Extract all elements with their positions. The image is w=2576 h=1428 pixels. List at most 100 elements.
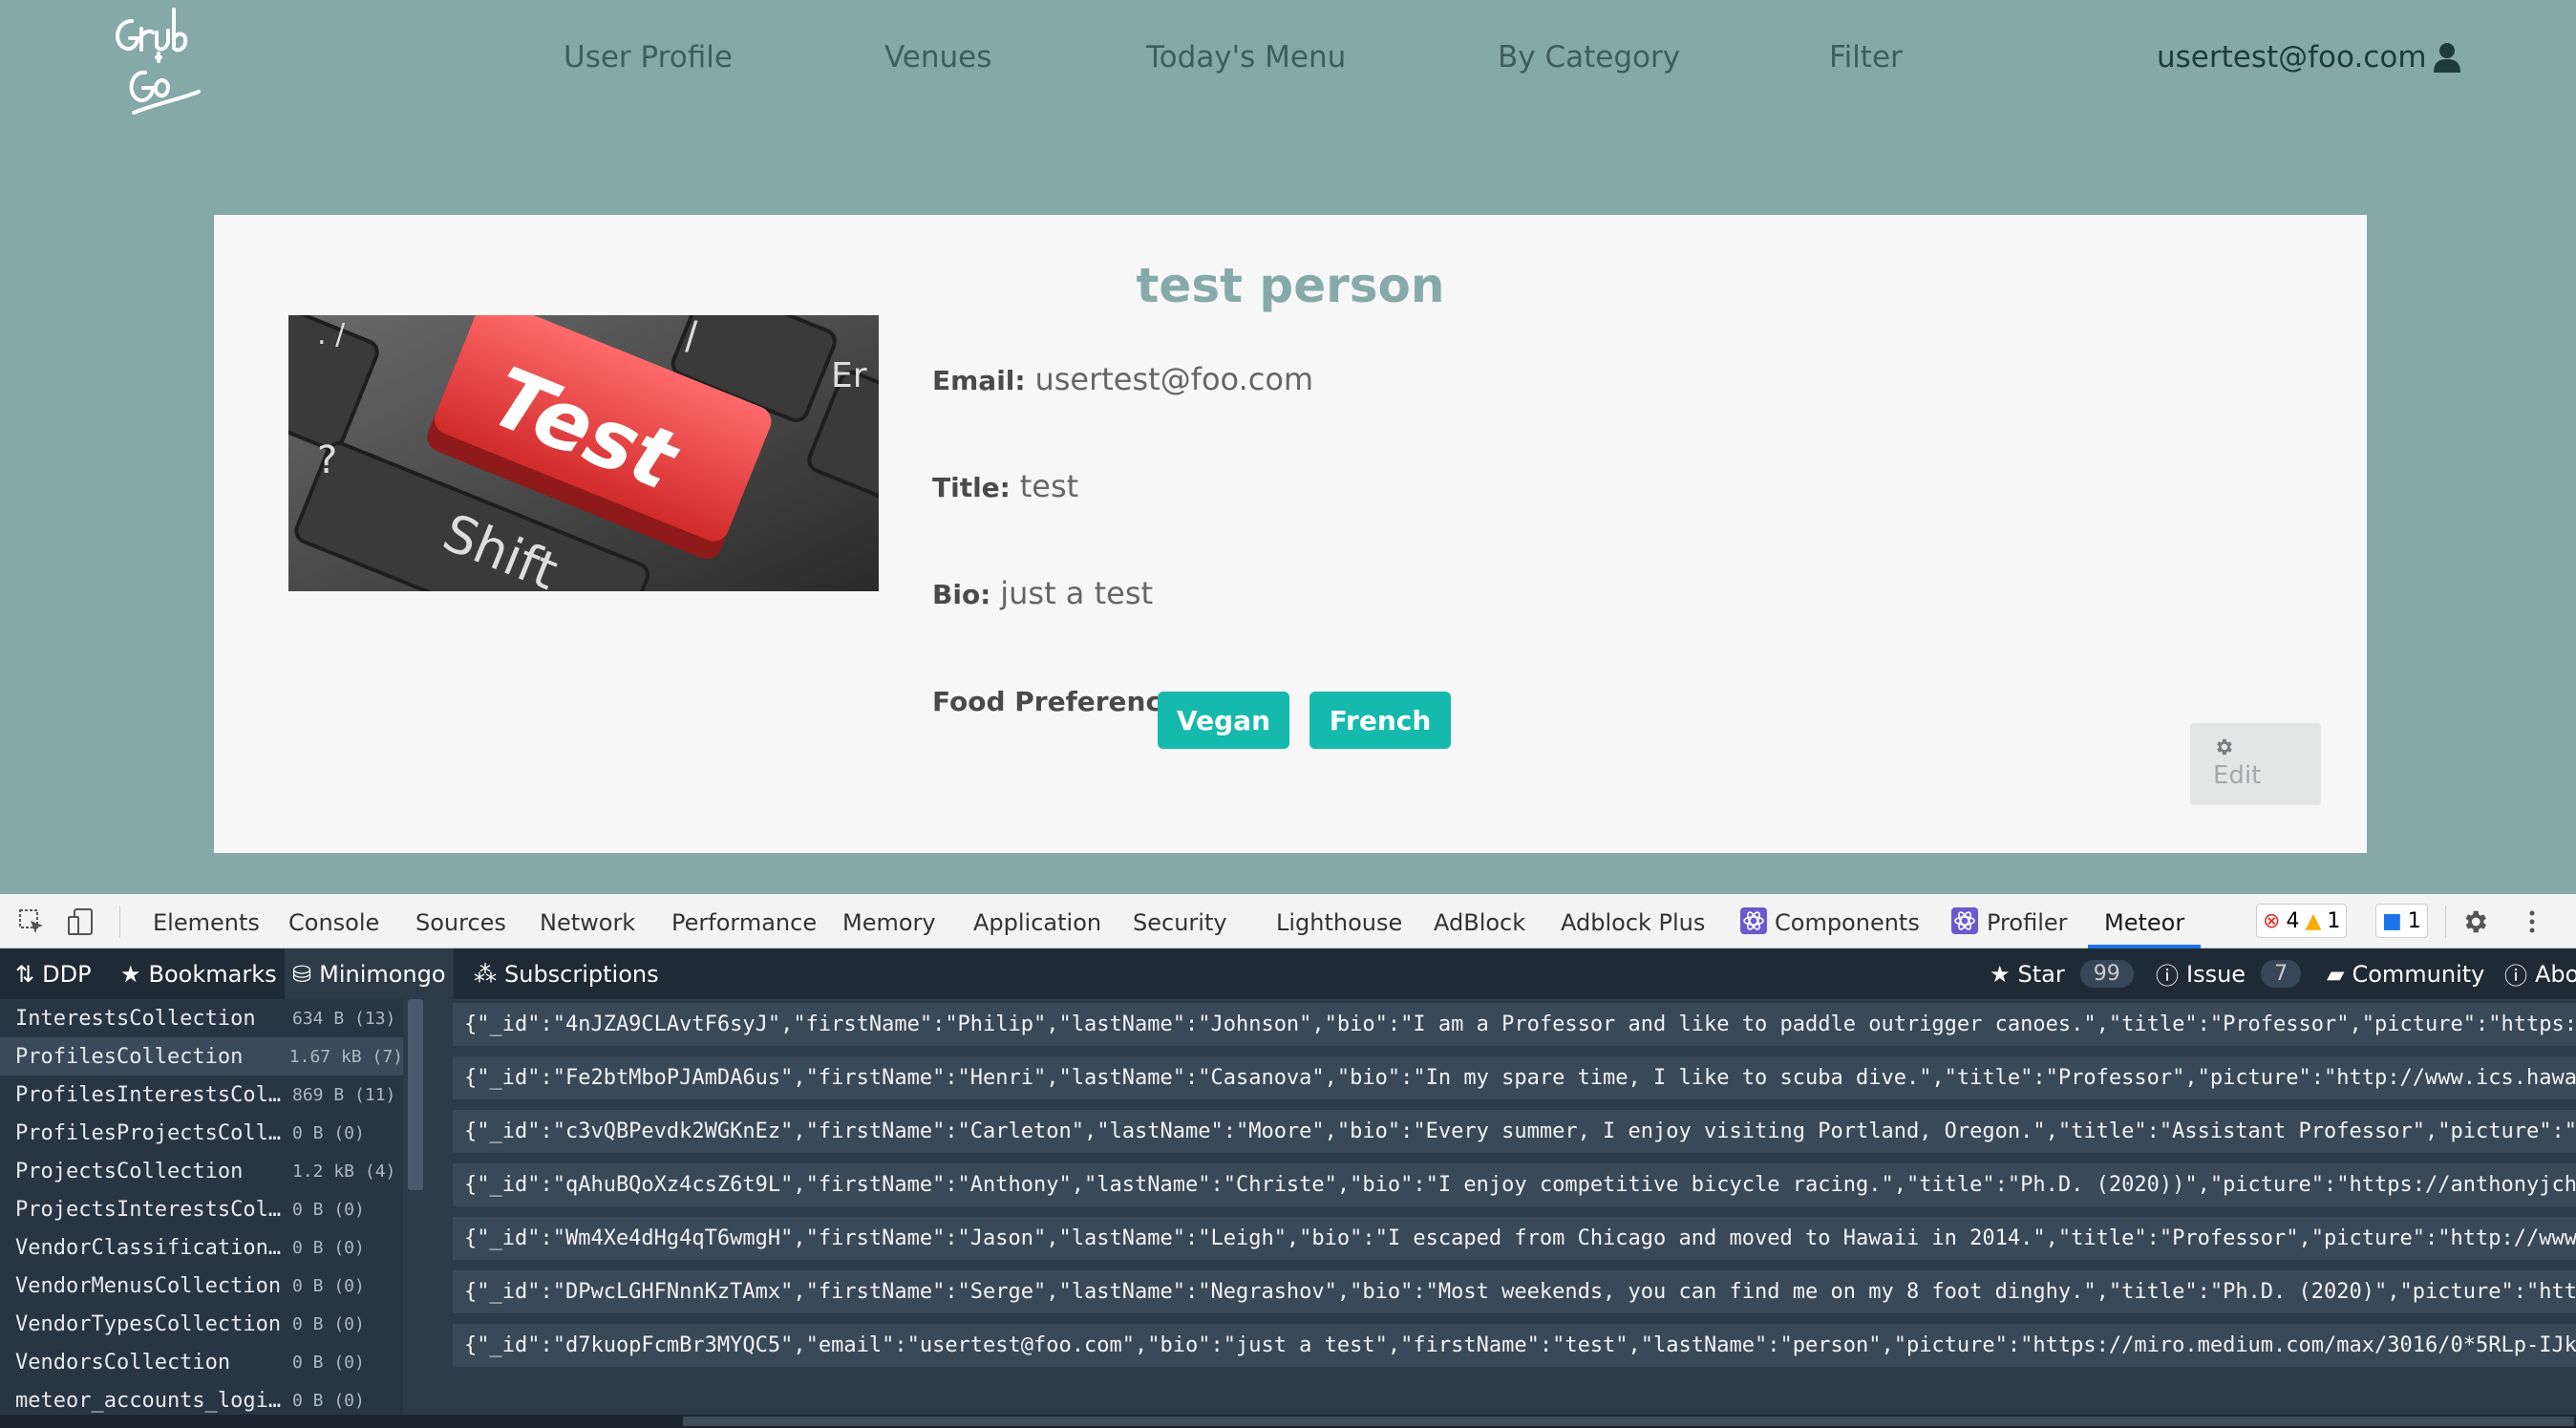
document-row[interactable]: {"_id":"DPwcLGHFNnnKzTAmx","firstName":"… xyxy=(453,1270,2576,1313)
title-field: Title: test xyxy=(932,468,1078,504)
documents-list: {"_id":"4nJZA9CLAvtF6syJ","firstName":"P… xyxy=(453,999,2576,1428)
scrollbar-thumb[interactable] xyxy=(683,1417,2574,1426)
tab-lighthouse[interactable]: Lighthouse xyxy=(1276,909,1402,936)
tab-components[interactable]: Components xyxy=(1775,909,1920,936)
document-row[interactable]: {"_id":"Fe2btMboPJAmDA6us","firstName":"… xyxy=(453,1056,2576,1099)
database-icon: ⛁ xyxy=(292,960,312,988)
collection-name: InterestsCollection xyxy=(15,1006,256,1031)
tab-adblock[interactable]: AdBlock xyxy=(1434,909,1525,936)
food-tag-french[interactable]: French xyxy=(1309,692,1451,749)
info-icon: ⓘ xyxy=(2504,963,2527,990)
nav-user-profile[interactable]: User Profile xyxy=(564,40,733,75)
email-label: Email: xyxy=(932,365,1026,396)
profile-name: test person xyxy=(1136,258,1445,313)
document-row[interactable]: {"_id":"4nJZA9CLAvtF6syJ","firstName":"P… xyxy=(453,1003,2576,1046)
star-label: Star xyxy=(2017,960,2065,988)
document-row[interactable]: {"_id":"Wm4Xe4dHg4qT6wmgH","firstName":"… xyxy=(453,1217,2576,1260)
svg-text:/: / xyxy=(685,315,698,358)
document-row[interactable]: {"_id":"c3vQBPevdk2WGKnEz","firstName":"… xyxy=(453,1110,2576,1153)
devtools-tab-bar: Elements Console Sources Network Perform… xyxy=(0,894,2576,948)
collection-item[interactable]: ProjectsInterestsCollect...0 B (0) xyxy=(0,1190,403,1228)
collection-item[interactable]: InterestsCollection 634 B (13) xyxy=(0,999,403,1037)
community-link[interactable]: ▰ Community xyxy=(2319,948,2492,999)
inspect-element-icon[interactable] xyxy=(17,907,46,936)
collection-item[interactable]: VendorsCollection 0 B (0) xyxy=(0,1343,403,1381)
github-issue-link[interactable]: ⓘ Issue 7 xyxy=(2148,948,2309,999)
document-row[interactable]: {"_id":"d7kuopFcmBr3MYQC5","email":"user… xyxy=(453,1324,2576,1367)
collection-name: VendorMenusCollection xyxy=(15,1273,282,1298)
issue-label: Issue xyxy=(2186,960,2246,988)
svg-text:Er: Er xyxy=(831,356,867,395)
document-row[interactable]: {"_id":"qAhuBQoXz4csZ6t9L","firstName":"… xyxy=(453,1163,2576,1206)
collection-name: ProfilesProjectsCollection xyxy=(15,1120,292,1145)
device-toolbar-icon[interactable] xyxy=(67,907,96,936)
title-label: Title: xyxy=(932,472,1011,503)
tab-meteor[interactable]: Meteor xyxy=(2104,909,2184,936)
user-menu[interactable]: usertest@foo.com xyxy=(2157,40,2461,75)
tab-network[interactable]: Network xyxy=(540,909,635,936)
edit-button[interactable]: Edit xyxy=(2190,723,2321,805)
collection-name: ProfilesInterestsColle... xyxy=(15,1082,292,1107)
email-value: usertest@foo.com xyxy=(1034,361,1314,397)
horizontal-scrollbar[interactable] xyxy=(0,1415,2576,1428)
collection-item[interactable]: VendorClassificationsCol...0 B (0) xyxy=(0,1228,403,1267)
react-profiler-icon xyxy=(1951,907,1978,934)
collection-size: 0 B (0) xyxy=(292,1199,365,1220)
collection-size: 1.2 kB (4) xyxy=(292,1161,396,1182)
collection-item[interactable]: ProjectsCollection 1.2 kB (4) xyxy=(0,1152,403,1190)
collection-item[interactable]: ProfilesCollection 1.67 kB (7) xyxy=(0,1037,403,1076)
collection-size: 0 B (0) xyxy=(292,1352,365,1373)
tab-application[interactable]: Application xyxy=(973,909,1101,936)
collection-size: 634 B (13) xyxy=(292,1008,396,1029)
collection-name: VendorClassificationsCol... xyxy=(15,1235,292,1260)
collection-size: 0 B (0) xyxy=(292,1122,365,1143)
issue-icon: ⓘ xyxy=(2156,963,2179,990)
collection-size: 1.67 kB (7) xyxy=(288,1046,403,1067)
collection-item[interactable]: VendorTypesCollection 0 B (0) xyxy=(0,1305,403,1343)
collection-name: VendorsCollection xyxy=(15,1350,231,1375)
meteor-tab-ddp[interactable]: ⇅ DDP xyxy=(8,948,99,999)
collections-scrollbar[interactable] xyxy=(408,999,423,1190)
collection-item[interactable]: meteor_accounts_loginSer...0 B (0) xyxy=(0,1381,403,1419)
nav-by-category[interactable]: By Category xyxy=(1498,40,1680,75)
settings-gear-icon[interactable] xyxy=(2460,907,2489,936)
devtools-panel: Elements Console Sources Network Perform… xyxy=(0,894,2576,1428)
edit-label: Edit xyxy=(2213,761,2262,790)
collection-name: ProjectsCollection xyxy=(15,1159,244,1183)
tab-memory[interactable]: Memory xyxy=(842,909,936,936)
bookmarks-label: Bookmarks xyxy=(148,960,277,988)
nav-venues[interactable]: Venues xyxy=(884,40,991,75)
nav-todays-menu[interactable]: Today's Menu xyxy=(1146,40,1346,75)
collection-name: ProjectsInterestsCollect... xyxy=(15,1197,292,1222)
collection-item[interactable]: ProfilesInterestsColle...869 B (11) xyxy=(0,1076,403,1114)
warning-icon: ▲ xyxy=(2305,908,2322,933)
subscriptions-label: Subscriptions xyxy=(504,960,659,988)
tab-profiler[interactable]: Profiler xyxy=(1987,909,2068,936)
user-email: usertest@foo.com xyxy=(2157,40,2427,75)
tab-sources[interactable]: Sources xyxy=(415,909,506,936)
about-link[interactable]: ⓘ Abo xyxy=(2497,948,2576,999)
svg-text:?: ? xyxy=(317,438,337,482)
minimongo-label: Minimongo xyxy=(319,960,446,988)
profile-card: test person Test Shift ? / Er . / Email:… xyxy=(214,215,2367,853)
collection-item[interactable]: ProfilesProjectsCollection0 B (0) xyxy=(0,1114,403,1152)
nav-filter[interactable]: Filter xyxy=(1829,40,1903,75)
meteor-tab-bookmarks[interactable]: ★ Bookmarks xyxy=(113,948,285,999)
error-warning-counter[interactable]: ⊗ 4 ▲ 1 xyxy=(2256,904,2348,938)
message-counter[interactable]: ■ 1 xyxy=(2375,904,2428,938)
meteor-tab-minimongo[interactable]: ⛁ Minimongo xyxy=(285,948,454,999)
tab-adblock-plus[interactable]: Adblock Plus xyxy=(1561,909,1705,936)
tab-performance[interactable]: Performance xyxy=(671,909,817,936)
grub-n-go-logo[interactable] xyxy=(103,0,229,126)
tab-console[interactable]: Console xyxy=(288,909,379,936)
gear-icon xyxy=(2217,738,2232,756)
collection-name: meteor_accounts_loginSer... xyxy=(15,1388,292,1413)
food-tag-vegan[interactable]: Vegan xyxy=(1158,692,1289,749)
tab-elements[interactable]: Elements xyxy=(153,909,260,936)
svg-text:. /: . / xyxy=(317,318,346,352)
tab-security[interactable]: Security xyxy=(1133,909,1227,936)
collection-item[interactable]: VendorMenusCollection 0 B (0) xyxy=(0,1267,403,1305)
github-star-link[interactable]: ★ Star 99 xyxy=(1982,948,2141,999)
meteor-tab-subscriptions[interactable]: ⁂ Subscriptions xyxy=(466,948,667,999)
more-options-icon[interactable] xyxy=(2518,907,2546,936)
